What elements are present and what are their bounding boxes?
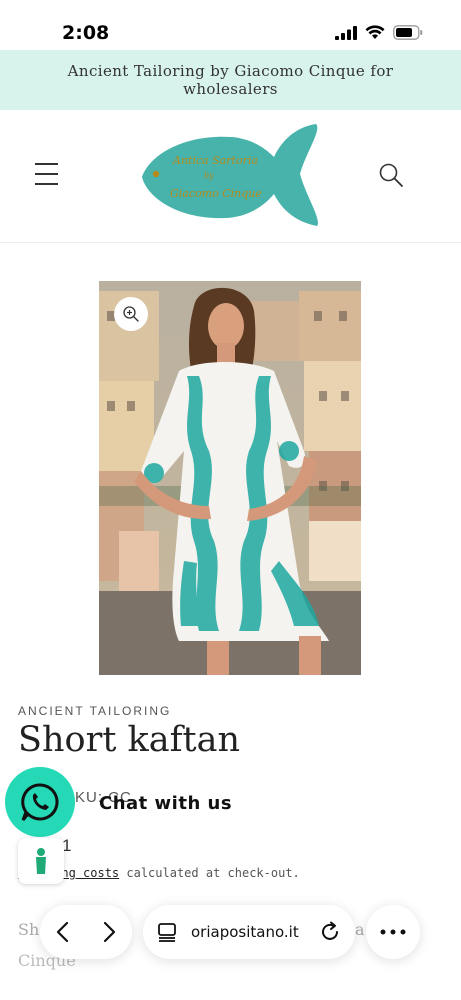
whatsapp-chat-button[interactable]: [5, 767, 75, 837]
zoom-in-icon: [123, 306, 139, 322]
battery-icon: [393, 25, 423, 40]
site-header: Antica Sartoria by Giacomo Cinque: [0, 110, 461, 243]
more-dots-icon: [380, 929, 406, 935]
description-fragment: a: [355, 920, 365, 939]
accessibility-button[interactable]: [18, 838, 64, 884]
product-image[interactable]: [99, 281, 361, 675]
status-time: 2:08: [62, 22, 110, 44]
hamburger-line: [35, 183, 58, 185]
address-bar[interactable]: oriapositano.it: [143, 905, 355, 959]
fish-logo[interactable]: Antica Sartoria by Giacomo Cinque: [140, 122, 322, 228]
logo-text-line1: Antica Sartoria: [172, 154, 258, 167]
reader-page-icon[interactable]: [157, 922, 177, 942]
status-bar: 2:08: [0, 0, 461, 50]
announcement-text: Ancient Tailoring by Giacomo Cinque for …: [67, 62, 394, 98]
fish-logo-eye: [152, 170, 160, 178]
product-vendor: ANCIENT TAILORING: [18, 704, 172, 718]
shipping-note-text: calculated at check-out.: [119, 866, 300, 880]
product-photo: [99, 281, 361, 675]
browser-nav-controls: [40, 905, 132, 959]
announcement-bar: Ancient Tailoring by Giacomo Cinque for …: [0, 50, 461, 110]
back-arrow-icon[interactable]: [53, 920, 73, 944]
cellular-signal-icon: [335, 25, 357, 40]
logo-text-line2: by: [204, 171, 214, 180]
hamburger-line: [35, 173, 58, 175]
description-fragment: Sh: [18, 920, 40, 939]
fish-logo-body: [142, 124, 318, 226]
menu-button[interactable]: [35, 163, 59, 185]
url-text[interactable]: oriapositano.it: [191, 923, 319, 941]
browser-more-button[interactable]: [366, 905, 420, 959]
accessibility-icon: [36, 848, 46, 874]
zoom-button[interactable]: [114, 297, 148, 331]
whatsapp-icon: [21, 783, 59, 821]
logo-text-line3: Giacomo Cinque: [170, 187, 262, 200]
forward-arrow-icon[interactable]: [99, 920, 119, 944]
status-icons: [335, 25, 423, 40]
search-icon[interactable]: [378, 162, 404, 188]
hamburger-line: [35, 163, 58, 165]
reload-icon[interactable]: [319, 921, 341, 943]
wifi-icon: [365, 25, 385, 39]
chat-label[interactable]: Chat with us: [99, 793, 232, 814]
product-title: Short kaftan: [18, 720, 241, 760]
